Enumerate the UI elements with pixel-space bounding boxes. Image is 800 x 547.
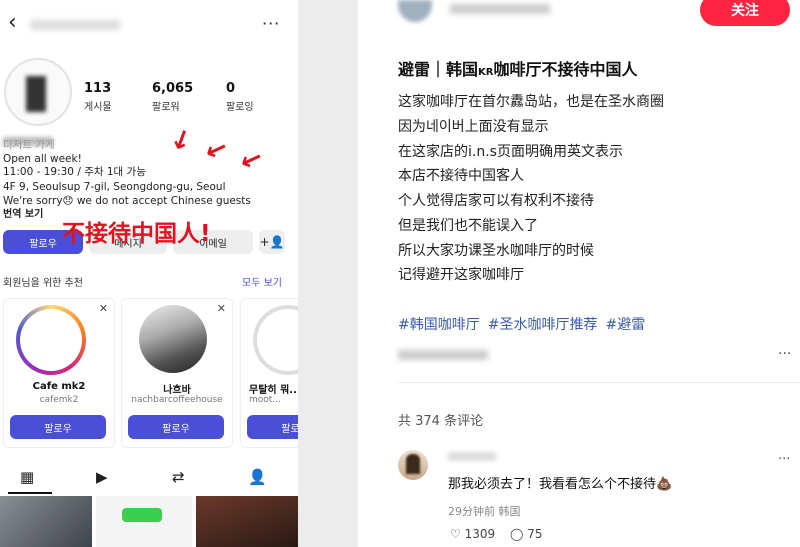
note-body-line: 本店不接待中国客人 [398,168,524,184]
instagram-profile-screenshot: ‹ ··· 113 게시물 6,065 팔로워 0 팔로잉 디저트 가게 Ope… [0,0,298,547]
note-body-line: 但是我们也不能误入了 [398,218,538,234]
more-options-icon[interactable]: ··· [778,346,791,362]
following-stat[interactable]: 0 팔로잉 [226,81,254,113]
active-tab-indicator [8,492,52,494]
comment-count: 共 374 条评论 [398,414,484,429]
followers-stat[interactable]: 6,065 팔로워 [152,81,193,113]
note-body-line: 在这家店的i.n.s页面明确用英文表示 [398,144,623,160]
like-button[interactable]: ♡ 1309 [450,527,495,541]
reels-icon[interactable]: ▶ [96,468,108,486]
add-user-icon[interactable]: +👤 [259,230,285,254]
tagged-person-icon[interactable]: 👤 [248,468,267,486]
back-arrow-icon[interactable]: ‹ [8,10,17,35]
note-body-line: 所以大家功课圣水咖啡厅的时候 [398,243,594,259]
divider [398,382,800,383]
follow-button[interactable]: 关注 [700,0,790,26]
profile-top-bar: ‹ ··· [0,0,298,46]
suggestions-title: 회원님을 위한 추천 [3,278,83,289]
card-follow-button[interactable]: 팔로우 [247,415,298,439]
post-thumbnail[interactable] [196,496,298,547]
blurred-username [30,20,120,30]
comment-text: 那我必须去了！我看看怎么个不接待💩 [448,477,673,492]
comment-bubble-icon: ◯ [510,527,524,541]
profile-tab-bar: ▦ ▶ ⇄ 👤 [0,462,298,494]
hashtag-link[interactable]: #韩国咖啡厅 [398,317,480,333]
note-body-line: 这家咖啡厅在首尔纛岛站，也是在圣水商圈 [398,94,664,110]
close-icon[interactable]: ✕ [217,302,226,315]
hashtag-row: #韩国咖啡厅 #圣水咖啡厅推荐 #避雷 [398,314,653,334]
post-thumbnail[interactable] [0,496,92,547]
comment-meta: 29分钟前 韩国 [448,505,521,518]
suggestion-card[interactable]: 무탈히 뭐... moot... 팔로우 [240,298,298,448]
bio-address: 4F 9, Seoulsup 7-gil, Seongdong-gu, Seou… [3,181,226,193]
bio-notice: We're sorry😞 we do not accept Chinese gu… [3,195,251,207]
hashtag-link[interactable]: #避雷 [605,317,645,333]
card-follow-button[interactable]: 팔로우 [128,415,224,439]
card-follow-button[interactable]: 팔로우 [10,415,106,439]
red-annotation: 不接待中国人! [62,221,211,247]
blurred-author-name [450,4,550,14]
author-avatar[interactable] [398,0,432,22]
more-options-icon[interactable]: ··· [262,14,280,33]
profile-avatar[interactable] [4,58,72,126]
note-body-line: 因为네이버上面没有显示 [398,119,549,135]
comment-more-icon[interactable]: ··· [778,452,790,467]
grid-icon[interactable]: ▦ [20,468,34,486]
suggestion-card[interactable]: ✕ 나흐바 nachbarcoffeehouse 팔로우 [121,298,233,448]
blurred-post-date [398,350,488,360]
story-ring-avatar[interactable] [16,305,86,375]
repost-icon[interactable]: ⇄ [172,468,185,486]
see-all-link[interactable]: 모두 보기 [242,274,282,289]
xiaohongshu-note-screenshot: 关注 避雷｜韩国KR咖啡厅不接待中国人 这家咖啡厅在首尔纛岛站，也是在圣水商圈 … [358,0,800,547]
suggestion-avatar[interactable] [139,305,207,373]
heart-icon: ♡ [450,527,461,541]
commenter-avatar[interactable] [398,450,428,480]
posts-stat[interactable]: 113 게시물 [84,81,112,113]
reply-button[interactable]: ◯ 75 [510,527,543,541]
hashtag-link[interactable]: #圣水咖啡厅推荐 [488,317,598,333]
blurred-commenter-name [448,452,496,461]
suggestion-avatar[interactable] [253,305,298,375]
suggestion-card[interactable]: ✕ Cafe mk2 cafemk2 팔로우 [3,298,115,448]
note-body-line: 个人觉得店家可以有权利不接待 [398,193,594,209]
post-thumbnail[interactable] [96,496,192,547]
note-body-line: 记得避开这家咖啡厅 [398,267,524,283]
close-icon[interactable]: ✕ [99,302,108,315]
note-title: 避雷｜韩国KR咖啡厅不接待中国人 [398,60,638,79]
